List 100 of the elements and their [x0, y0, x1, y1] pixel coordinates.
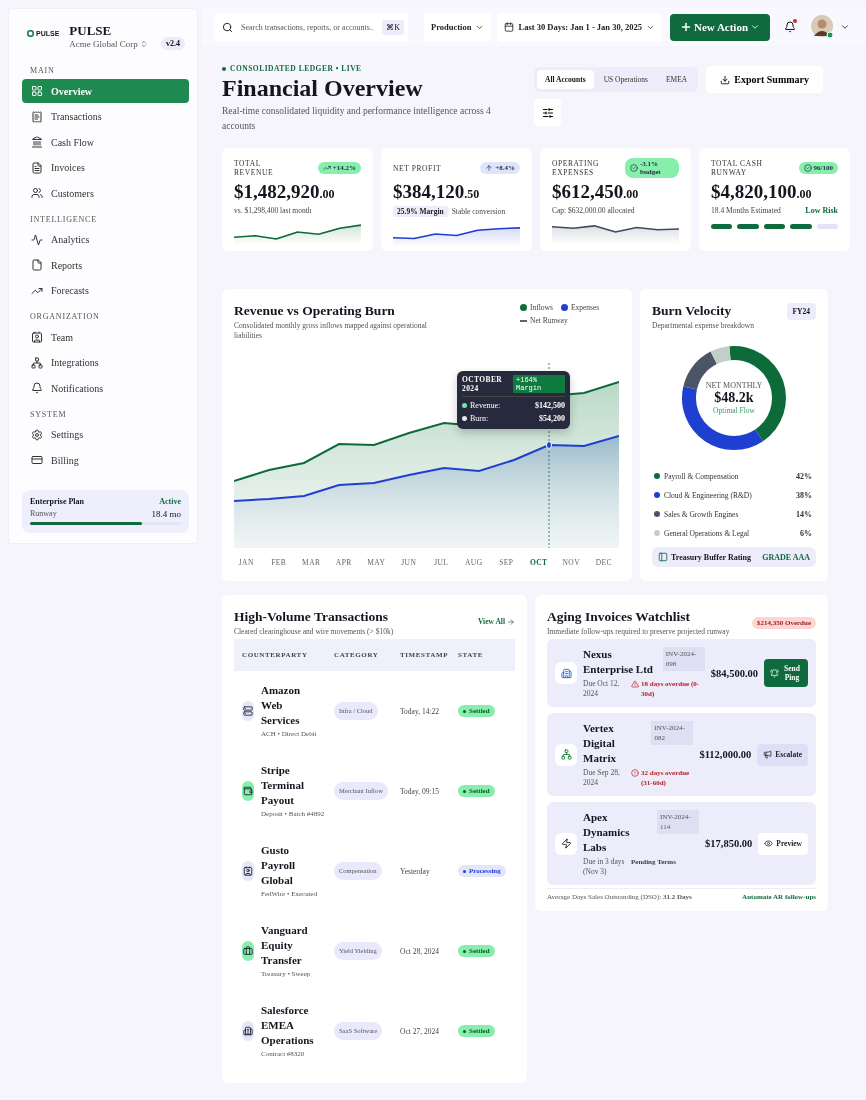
kpi-value: $384,120.50	[393, 181, 481, 203]
arrow-up-icon	[485, 164, 494, 172]
card-title: Aging Invoices Watchlist	[547, 609, 691, 625]
settings-icon	[31, 428, 43, 441]
plan-status: Active	[159, 496, 181, 506]
nav-item[interactable]: Integrations	[22, 350, 189, 375]
tooltip-value: $54,200	[539, 414, 565, 423]
search-bar[interactable]: Search transactions, reports, or accounts... ⌘K	[214, 12, 408, 42]
chevron-down-icon	[750, 22, 761, 32]
kpi-value: $4,820,100.00	[711, 181, 813, 203]
legend-share: 6%	[800, 529, 812, 538]
client-name: Apex Dynamics Labs	[583, 810, 631, 855]
id-card-icon	[31, 331, 43, 343]
bolt-icon	[555, 832, 577, 855]
environment-dropdown[interactable]: Production	[424, 12, 492, 42]
kpi-value: $612,450.00	[552, 181, 640, 203]
panel-icon	[658, 552, 668, 562]
counterparty-name: Amazon Web Services	[261, 683, 302, 728]
notifications-button[interactable]	[784, 21, 797, 33]
download-icon	[720, 74, 731, 85]
alert-icon	[631, 769, 639, 777]
logo-mark-icon	[27, 30, 34, 37]
bell-icon	[31, 382, 43, 394]
legend-share: 14%	[796, 510, 812, 519]
counterparty-name: Gusto Payroll Global	[261, 843, 296, 888]
trend-up-icon	[322, 164, 331, 172]
nav-item[interactable]: Cash Flow	[22, 130, 189, 154]
calendar-icon	[504, 22, 515, 32]
file-icon	[31, 259, 43, 271]
client-name: Nexus Enterprise Ltd	[583, 647, 654, 677]
sliders-icon	[541, 106, 554, 119]
runway-label: Runway	[30, 509, 57, 518]
org-switcher[interactable]: Acme Global Corp	[69, 39, 151, 49]
building-icon	[555, 662, 577, 684]
nodes-icon	[555, 743, 577, 766]
search-field[interactable]: Search transactions, reports, or accounts...	[239, 21, 377, 33]
center-label: NET MONTHLY	[705, 381, 763, 390]
nav-section-title: SYSTEM	[29, 408, 68, 421]
invoice-amount: $112,000.00	[699, 749, 752, 760]
nodes-icon	[31, 356, 43, 369]
up-down-chevron-icon	[139, 40, 148, 48]
card-title: High-Volume Transactions	[234, 609, 389, 625]
card-title: Revenue vs Operating Burn	[234, 303, 396, 319]
receipt-icon	[31, 110, 43, 123]
runway-value: 18.4 mo	[151, 508, 181, 519]
nav-item[interactable]: Overview	[22, 79, 189, 103]
tooltip-value: $142,500	[535, 401, 565, 410]
nav-item[interactable]: Analytics	[22, 227, 189, 252]
nav-item[interactable]: Forecasts	[22, 278, 189, 303]
client-name: Vertex Digital Matrix	[583, 721, 617, 766]
nav-section-title: MAIN	[29, 65, 56, 77]
megaphone-icon	[763, 750, 773, 759]
nav-item[interactable]: Team	[22, 325, 189, 349]
brand-name: PULSE	[69, 23, 113, 39]
kpi-value: $1,482,920.00	[234, 181, 336, 203]
document-icon	[31, 161, 43, 174]
page-title: Financial Overview	[222, 75, 424, 102]
shortcut-key: ⌘K	[382, 19, 404, 35]
data-point	[546, 441, 552, 449]
chevron-down-icon[interactable]	[840, 22, 851, 32]
legend-share: 38%	[796, 491, 812, 500]
nav-item[interactable]: Invoices	[22, 155, 189, 180]
check-circle-icon	[803, 164, 812, 172]
rating-grade: GRADE AAA	[762, 552, 810, 562]
search-icon	[222, 21, 233, 33]
nav-section-title: ORGANIZATION	[29, 311, 101, 323]
grid-icon	[31, 85, 43, 97]
card-icon	[31, 454, 43, 466]
new-action-button[interactable]: New Action	[669, 13, 771, 41]
arrow-right-icon	[507, 617, 515, 626]
check-circle-icon	[630, 164, 638, 172]
version-badge: v2.4	[161, 37, 185, 50]
users-icon	[31, 187, 43, 199]
filter-button[interactable]	[534, 99, 561, 126]
export-button[interactable]: Export Summary	[706, 66, 823, 93]
plan-name: Enterprise Plan	[30, 496, 84, 506]
counterparty-name: Vanguard Equity Transfer	[261, 923, 309, 968]
card-title: Burn Velocity	[652, 303, 733, 319]
nav-item[interactable]: Customers	[22, 181, 189, 205]
pulse-line-icon	[31, 233, 43, 246]
nav-section-title: INTELLIGENCE	[29, 213, 98, 226]
counterparty-name: Salesforce EMEA Operations	[261, 1003, 315, 1048]
legend-share: 42%	[796, 472, 812, 481]
invoice-amount: $84,500.00	[710, 667, 758, 679]
tooltip-label: Revenue:	[462, 401, 501, 410]
page-subtitle: Real-time consolidated liquidity and performance intelligence across 4 accounts	[222, 105, 492, 133]
nav-item[interactable]: Settings	[22, 422, 189, 447]
warning-icon	[631, 680, 639, 688]
plus-icon	[679, 21, 692, 33]
date-range-picker[interactable]: Last 30 Days: Jan 1 - Jan 30, 2025	[497, 12, 662, 42]
counterparty-name: Stripe Terminal Payout	[261, 763, 305, 808]
invoice-amount: $17,850.00	[705, 838, 753, 849]
avatar[interactable]	[810, 14, 835, 40]
tooltip-label: Burn:	[462, 414, 489, 423]
nav-item[interactable]: Notifications	[22, 376, 189, 400]
nav-item[interactable]: Billing	[22, 448, 189, 472]
bell-icon	[770, 668, 779, 678]
nav-item[interactable]: Reports	[22, 253, 189, 277]
bank-icon	[31, 136, 43, 148]
nav-item[interactable]: Transactions	[22, 104, 189, 129]
